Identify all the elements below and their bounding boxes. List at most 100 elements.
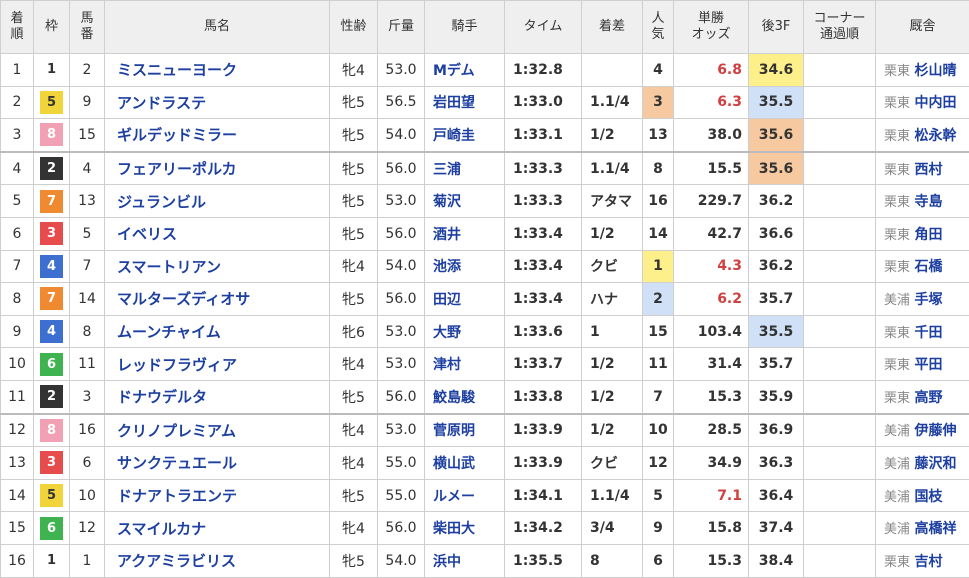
horse-name-link[interactable]: クリノプレミアム: [104, 412, 330, 448]
last3f-cell: 38.4: [748, 543, 804, 578]
horse-number-cell: 5: [69, 216, 105, 251]
horse-name-link[interactable]: サンクテュエール: [104, 446, 330, 480]
header-pop: 人気: [642, 0, 674, 54]
sex-age-cell: 牝5: [329, 85, 378, 120]
trainer-link[interactable]: 吉村: [914, 554, 942, 570]
jockey-link[interactable]: 田辺: [424, 282, 505, 316]
jockey-link[interactable]: 大野: [424, 314, 505, 349]
jockey-link[interactable]: 岩田望: [424, 85, 505, 120]
weight-cell: 56.0: [377, 511, 425, 545]
horse-name-link[interactable]: ドナアトラエンテ: [104, 478, 330, 513]
jockey-link[interactable]: 菅原明: [424, 412, 505, 448]
horse-name-link[interactable]: ムーンチャイム: [104, 314, 330, 349]
horse-name-link[interactable]: アクアミラビリス: [104, 543, 330, 578]
trainer-link[interactable]: 松永幹: [914, 128, 956, 144]
corner-cell: [803, 249, 876, 284]
rank-cell: 7: [0, 249, 34, 284]
odds-cell: 6.8: [673, 53, 749, 87]
trainer-link[interactable]: 西村: [914, 162, 942, 178]
last3f-cell: 35.9: [748, 379, 804, 415]
corner-cell: [803, 150, 876, 186]
stable-location: 栗東: [884, 227, 911, 243]
jockey-link[interactable]: 津村: [424, 347, 505, 381]
horse-name-link[interactable]: ドナウデルタ: [104, 379, 330, 415]
horse-name-link[interactable]: スマイルカナ: [104, 511, 330, 545]
stable-cell: 美浦 手塚: [875, 282, 969, 316]
table-row: 1 1 2 ミスニューヨーク 牝4 53.0 Mデム 1:32.8 4 6.8 34.6 栗東 杉山晴: [0, 53, 969, 87]
popularity-cell: 16: [642, 184, 674, 218]
frame-badge: 7: [40, 287, 63, 311]
trainer-link[interactable]: 千田: [914, 325, 942, 341]
jockey-link[interactable]: 横山武: [424, 446, 505, 480]
jockey-link[interactable]: 菊沢: [424, 184, 505, 218]
last3f-cell: 35.5: [748, 85, 804, 120]
horse-number-cell: 2: [69, 53, 105, 87]
trainer-link[interactable]: 伊藤伸: [914, 423, 956, 439]
frame-cell: 4: [33, 314, 70, 349]
horse-name-link[interactable]: レッドフラヴィア: [104, 347, 330, 381]
horse-name-link[interactable]: イベリス: [104, 216, 330, 251]
odds-cell: 6.3: [673, 85, 749, 120]
horse-number-cell: 13: [69, 184, 105, 218]
trainer-link[interactable]: 角田: [914, 227, 942, 243]
time-cell: 1:34.1: [504, 478, 582, 513]
jockey-link[interactable]: 浜中: [424, 543, 505, 578]
jockey-link[interactable]: 三浦: [424, 150, 505, 186]
weight-cell: 53.0: [377, 184, 425, 218]
trainer-link[interactable]: 高橋祥: [914, 521, 956, 537]
odds-cell: 15.8: [673, 511, 749, 545]
table-row: 6 3 5 イベリス 牝5 56.0 酒井 1:33.4 1/2 14 42.7 36.6 栗東 角田: [0, 216, 969, 251]
trainer-link[interactable]: 中内田: [914, 95, 956, 111]
rank-cell: 14: [0, 478, 34, 513]
trainer-link[interactable]: 石橋: [914, 259, 942, 275]
horse-number-cell: 11: [69, 347, 105, 381]
frame-badge: 5: [40, 90, 63, 114]
jockey-link[interactable]: 池添: [424, 249, 505, 284]
last3f-cell: 35.6: [748, 118, 804, 153]
rank-cell: 5: [0, 184, 34, 218]
time-cell: 1:33.7: [504, 347, 582, 381]
corner-cell: [803, 347, 876, 381]
jockey-link[interactable]: 鮫島駿: [424, 379, 505, 415]
rank-cell: 12: [0, 412, 34, 448]
corner-cell: [803, 282, 876, 316]
horse-number-cell: 15: [69, 118, 105, 153]
frame-badge: 1: [40, 58, 63, 82]
horse-name-link[interactable]: フェアリーポルカ: [104, 150, 330, 186]
table-row: 3 8 15 ギルデッドミラー 牝5 54.0 戸崎圭 1:33.1 1/2 13 38.0 35.6…: [0, 118, 969, 153]
trainer-link[interactable]: 平田: [914, 357, 942, 373]
jockey-link[interactable]: 戸崎圭: [424, 118, 505, 153]
margin-cell: 1: [581, 314, 643, 349]
popularity-cell: 14: [642, 216, 674, 251]
table-row: 14 5 10 ドナアトラエンテ 牝5 55.0 ルメー 1:34.1 1.1/4 5 7.1 36.…: [0, 478, 969, 513]
corner-cell: [803, 314, 876, 349]
frame-badge: 1: [40, 549, 63, 573]
rank-cell: 2: [0, 85, 34, 120]
horse-name-link[interactable]: マルターズディオサ: [104, 282, 330, 316]
horse-name-link[interactable]: アンドラステ: [104, 85, 330, 120]
horse-number-cell: 6: [69, 446, 105, 480]
trainer-link[interactable]: 高野: [914, 390, 942, 406]
last3f-cell: 36.9: [748, 412, 804, 448]
trainer-link[interactable]: 手塚: [914, 292, 942, 308]
stable-cell: 栗東 杉山晴: [875, 53, 969, 87]
sex-age-cell: 牝5: [329, 150, 378, 186]
trainer-link[interactable]: 寺島: [914, 194, 942, 210]
horse-number-cell: 9: [69, 85, 105, 120]
trainer-link[interactable]: 国枝: [914, 489, 942, 505]
corner-cell: [803, 543, 876, 578]
horse-name-link[interactable]: ミスニューヨーク: [104, 53, 330, 87]
trainer-link[interactable]: 杉山晴: [914, 63, 956, 79]
corner-cell: [803, 85, 876, 120]
frame-cell: 6: [33, 511, 70, 545]
jockey-link[interactable]: 柴田大: [424, 511, 505, 545]
popularity-cell: 10: [642, 412, 674, 448]
weight-cell: 53.0: [377, 53, 425, 87]
horse-name-link[interactable]: ジュランビル: [104, 184, 330, 218]
horse-name-link[interactable]: スマートリアン: [104, 249, 330, 284]
horse-name-link[interactable]: ギルデッドミラー: [104, 118, 330, 153]
jockey-link[interactable]: Mデム: [424, 53, 505, 87]
jockey-link[interactable]: 酒井: [424, 216, 505, 251]
trainer-link[interactable]: 藤沢和: [914, 456, 956, 472]
jockey-link[interactable]: ルメー: [424, 478, 505, 513]
